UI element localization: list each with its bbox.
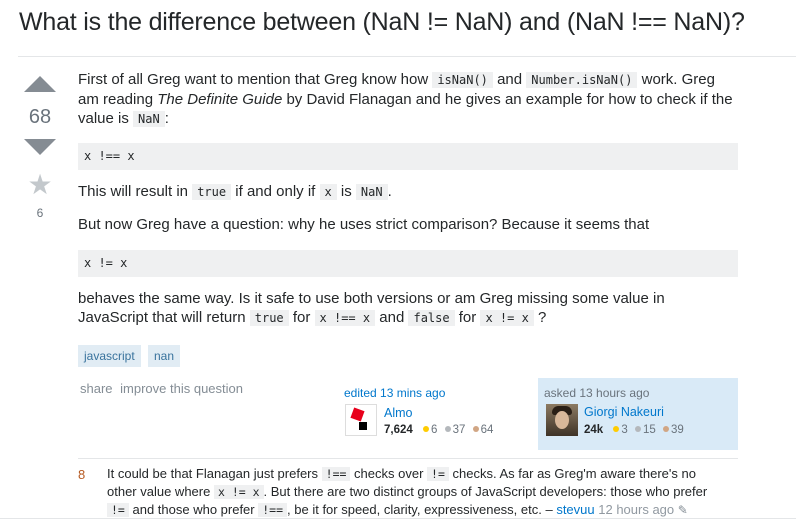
body-line: JavaScript that will return true for x !… bbox=[78, 309, 547, 326]
inline-code: isNaN() bbox=[432, 72, 493, 88]
edited-time-link[interactable]: edited 13 mins ago bbox=[344, 386, 445, 400]
pencil-icon[interactable]: ✎ bbox=[678, 503, 688, 517]
editor-reputation: 7,624 6 37 64 bbox=[384, 424, 494, 436]
comments-divider bbox=[78, 458, 738, 459]
silver-badge-icon bbox=[444, 426, 451, 432]
asker-name[interactable]: Giorgi Nakeuri bbox=[584, 405, 664, 419]
tag-javascript[interactable]: javascript bbox=[78, 345, 141, 367]
editor-name[interactable]: Almo bbox=[384, 406, 412, 420]
gold-badge-icon bbox=[422, 426, 429, 432]
inline-code: true bbox=[192, 184, 232, 200]
code-block: x !== x bbox=[78, 143, 738, 170]
inline-code: x != x bbox=[213, 485, 264, 499]
inline-code: x bbox=[319, 184, 337, 200]
body-line: But now Greg have a question: why he use… bbox=[78, 216, 650, 233]
comment-time[interactable]: 12 hours ago bbox=[598, 502, 674, 517]
inline-code: x != x bbox=[480, 310, 534, 326]
question-title[interactable]: What is the difference between (NaN != N… bbox=[19, 8, 745, 37]
inline-code: NaN bbox=[355, 184, 388, 200]
comment-score: 8 bbox=[78, 467, 86, 482]
bottom-divider bbox=[0, 518, 796, 519]
silver-badge-icon bbox=[635, 426, 641, 432]
comment-body: It could be that Flanagan just prefers !… bbox=[107, 466, 708, 517]
body-line: This will result in true if and only if … bbox=[78, 183, 392, 200]
bronze-badge-icon bbox=[663, 426, 669, 432]
code-block: x != x bbox=[78, 250, 738, 277]
downvote-arrow-icon[interactable] bbox=[24, 139, 56, 155]
edited-by-card: edited 13 mins ago Almo 7,624 6 37 64 bbox=[343, 378, 528, 444]
body-line: First of all Greg want to mention that G… bbox=[78, 71, 715, 88]
inline-code: Number.isNaN() bbox=[526, 72, 638, 88]
inline-code: != bbox=[107, 503, 129, 517]
inline-code: !== bbox=[258, 503, 288, 517]
comment-user-link[interactable]: stevuu bbox=[556, 502, 594, 517]
post-menu: share improve this question bbox=[80, 381, 247, 396]
asked-by-card: asked 13 hours ago Giorgi Nakeuri 24k 3 … bbox=[538, 378, 738, 450]
inline-code: true bbox=[249, 310, 289, 326]
avatar-red-shape bbox=[350, 407, 365, 422]
upvote-arrow-icon[interactable] bbox=[24, 76, 56, 92]
inline-code: !== bbox=[321, 467, 351, 481]
favorite-star-icon[interactable]: ★ bbox=[26, 170, 54, 200]
avatar-face bbox=[555, 411, 569, 429]
asker-reputation: 24k 3 15 39 bbox=[584, 424, 684, 436]
share-link[interactable]: share bbox=[80, 381, 113, 396]
avatar[interactable] bbox=[345, 404, 377, 436]
avatar[interactable] bbox=[546, 404, 578, 436]
body-line: behaves the same way. Is it safe to use … bbox=[78, 290, 665, 307]
tag-nan[interactable]: nan bbox=[148, 345, 181, 367]
bronze-badge-icon bbox=[472, 426, 479, 432]
improve-question-link[interactable]: improve this question bbox=[120, 381, 243, 396]
inline-code: NaN bbox=[133, 111, 165, 127]
inline-code: != bbox=[427, 467, 449, 481]
asked-time: asked 13 hours ago bbox=[544, 386, 650, 400]
body-line: value is NaN: bbox=[78, 110, 169, 127]
inline-code: x !== x bbox=[314, 310, 376, 326]
avatar-black-shape bbox=[359, 422, 367, 430]
body-line: am reading The Definite Guide by David F… bbox=[78, 91, 733, 108]
book-title: The Definite Guide bbox=[157, 91, 283, 108]
favorite-count: 6 bbox=[36, 206, 44, 220]
vote-count: 68 bbox=[28, 106, 52, 128]
gold-badge-icon bbox=[613, 426, 620, 432]
inline-code: false bbox=[408, 310, 455, 326]
title-divider bbox=[18, 56, 796, 57]
